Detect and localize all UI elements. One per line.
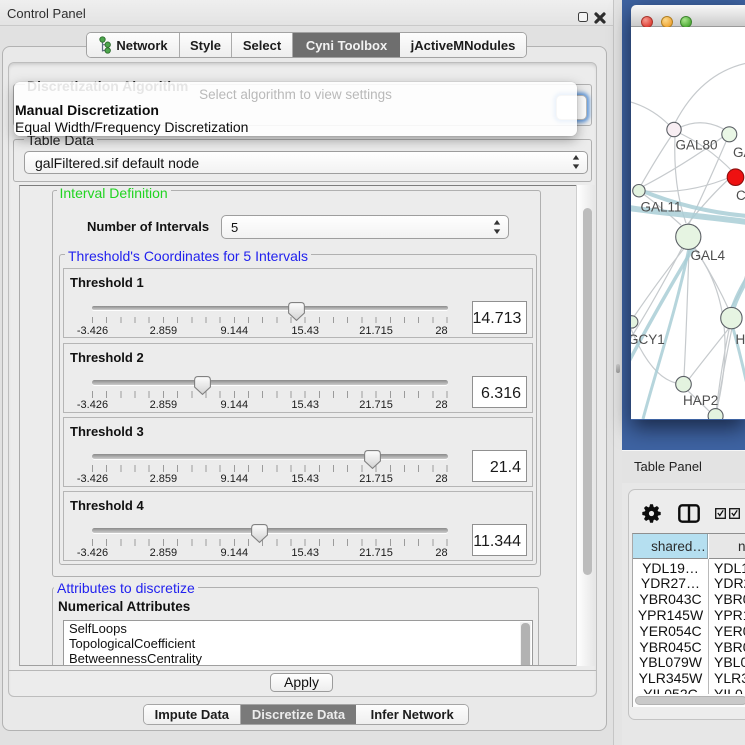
svg-text:GAL4: GAL4	[691, 248, 726, 263]
svg-text:GAL80: GAL80	[676, 138, 718, 153]
svg-text:GCY1: GCY1	[631, 332, 665, 347]
svg-text:HAP2: HAP2	[683, 393, 718, 408]
svg-text:CRP: CRP	[736, 188, 745, 203]
svg-text:GAL11: GAL11	[641, 200, 682, 215]
svg-text:GAL3: GAL3	[733, 145, 745, 160]
svg-text:HAP: HAP	[736, 332, 745, 347]
